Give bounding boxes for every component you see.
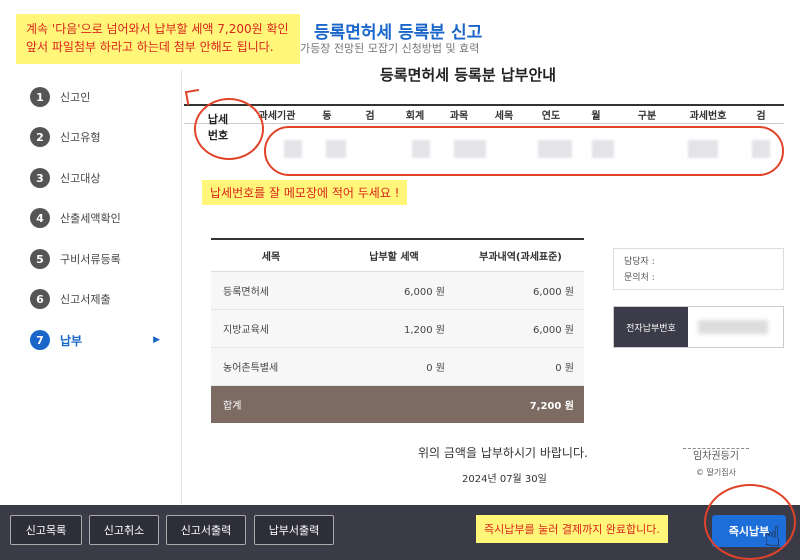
report-date: 2024년 07월 30일	[462, 474, 547, 485]
tax-amount-table: 세목 납부할 세액 부과내역(과세표준) 등록면허세 6,000 원 6,000…	[211, 238, 584, 423]
step-label: 신고서제출	[60, 293, 111, 306]
annotation-circle	[264, 126, 784, 176]
tax-base: 6,000 원	[532, 287, 574, 298]
column-header: 회계	[405, 111, 425, 122]
column-header: 월	[591, 111, 601, 122]
table-row: 등록면허세 6,000 원 6,000 원	[211, 272, 584, 310]
column-header: 부과내역(과세표준)	[479, 252, 562, 263]
watermark: 임차권등기 © 딸기집사	[683, 448, 749, 481]
step-item-report-type[interactable]: 2 신고유형	[30, 126, 170, 148]
column-header: 구분	[637, 111, 657, 122]
contact-box: 담당자 : 문의처 :	[613, 248, 784, 290]
column-header: 검	[756, 111, 766, 122]
inquiry-label: 문의처 :	[624, 273, 655, 283]
step-number: 3	[30, 168, 50, 188]
tax-item: 농어촌특별세	[223, 363, 279, 374]
report-print-button[interactable]: 신고서출력	[166, 515, 246, 545]
watermark-line: 임차권등기	[693, 451, 739, 462]
total-row: 합계 7,200 원	[211, 386, 584, 423]
total-label: 합계	[223, 401, 242, 412]
annotation-note-top: 계속 '다음'으로 넘어와서 납부할 세액 7,200원 확인 앞서 파일첨부 …	[16, 14, 300, 64]
column-header: 연도	[541, 111, 561, 122]
annotation-circle	[704, 484, 796, 560]
column-header: 세목	[494, 111, 514, 122]
column-header: 납부할 세액	[369, 252, 419, 263]
step-item-reporter[interactable]: 1 신고인	[30, 86, 170, 108]
annotation-note-line: 앞서 파일첨부 하라고 하는데 첨부 안해도 됩니다.	[26, 40, 274, 54]
annotation-note-line: 계속 '다음'으로 넘어와서 납부할 세액 7,200원 확인	[26, 22, 289, 36]
report-cancel-button[interactable]: 신고취소	[89, 515, 159, 545]
step-label: 신고인	[60, 91, 91, 104]
epay-label: 전자납부번호	[614, 307, 688, 347]
table-header-row: 세목 납부할 세액 부과내역(과세표준)	[211, 238, 584, 272]
step-number: 1	[30, 87, 50, 107]
step-number: 7	[30, 330, 50, 350]
column-header: 동	[322, 111, 332, 122]
table-row: 농어촌특별세 0 원 0 원	[211, 348, 584, 386]
request-text: 위의 금액을 납부하시기 바랍니다.	[418, 446, 588, 460]
step-sidebar: 1 신고인 2 신고유형 3 신고대상 4 산출세액확인 5 구비서류등록 6 …	[0, 70, 182, 506]
tax-base: 0 원	[555, 363, 574, 374]
epay-value	[688, 307, 783, 347]
step-item-report-target[interactable]: 3 신고대상	[30, 167, 170, 189]
step-item-documents[interactable]: 5 구비서류등록	[30, 248, 170, 270]
step-number: 4	[30, 208, 50, 228]
annotation-circle	[194, 98, 264, 160]
step-label: 신고대상	[60, 172, 101, 185]
step-number: 5	[30, 249, 50, 269]
step-item-tax-check[interactable]: 4 산출세액확인	[30, 207, 170, 229]
table-row: 지방교육세 1,200 원 6,000 원	[211, 310, 584, 348]
payment-print-button[interactable]: 납부서출력	[254, 515, 334, 545]
tax-amount: 1,200 원	[403, 325, 445, 336]
step-number: 6	[30, 289, 50, 309]
tax-amount: 0 원	[426, 363, 445, 374]
report-list-button[interactable]: 신고목록	[10, 515, 82, 545]
column-header: 과세번호	[689, 111, 727, 122]
step-label: 산출세액확인	[60, 212, 121, 225]
step-label: 구비서류등록	[60, 253, 121, 266]
triangle-right-icon: ▶	[153, 335, 160, 345]
redacted-value	[698, 320, 768, 334]
step-number: 2	[30, 127, 50, 147]
manager-label: 담당자 :	[624, 257, 655, 267]
tax-base: 6,000 원	[532, 325, 574, 336]
step-item-payment[interactable]: 7 납부 ▶	[30, 329, 170, 351]
total-value: 7,200 원	[529, 401, 574, 412]
column-header: 세목	[261, 252, 281, 263]
tax-number-header-row: 과세기관 동 검 회계 과목 세목 연도 월 구분 과세번호 검	[184, 104, 784, 124]
annotation-note-pay: 즉시납부를 눌러 결제까지 완료합니다.	[476, 515, 668, 543]
annotation-mark	[184, 88, 202, 106]
tax-item: 지방교육세	[223, 325, 269, 336]
step-label: 신고유형	[60, 131, 101, 144]
watermark-line: © 딸기집사	[696, 468, 736, 477]
tax-amount: 6,000 원	[403, 287, 445, 298]
pointer-hand-icon: ☝	[764, 520, 782, 553]
action-bar: 신고목록 신고취소 신고서출력 납부서출력 즉시납부를 눌러 결제까지 완료합니…	[0, 505, 800, 560]
payment-heading: 등록면허세 등록분 납부안내	[380, 66, 557, 84]
step-label: 납부	[60, 333, 83, 348]
step-item-submit[interactable]: 6 신고서제출	[30, 288, 170, 310]
column-header: 검	[365, 111, 375, 122]
electronic-payment-number: 전자납부번호	[613, 306, 784, 348]
page-subtitle: 가등장 전망된 모잡기 신청방법 및 효력	[300, 42, 480, 55]
column-header: 과목	[449, 111, 469, 122]
annotation-note-tax-number: 납세번호를 잘 메모장에 적어 두세요 !	[202, 180, 408, 205]
tax-item: 등록면허세	[223, 287, 269, 298]
